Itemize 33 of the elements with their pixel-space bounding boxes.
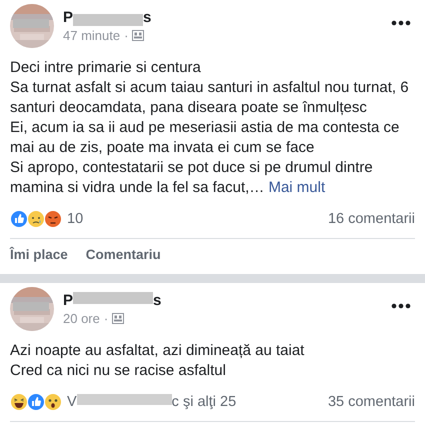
action-button[interactable]: Comentariu [86,247,161,262]
reaction-names[interactable]: V [67,394,77,410]
redaction-bar [73,14,144,26]
post-time[interactable]: 47 minute [63,28,120,43]
sad-face-icon [27,210,45,228]
angry-face-icon [44,210,62,228]
author-name[interactable]: s [143,9,152,26]
action-button[interactable]: Îmi place [10,247,68,262]
more-options-icon[interactable] [391,303,411,309]
comment-count[interactable]: 16 comentarii [328,211,415,227]
post-text: Si apropo, contestatarii se pot duce si pe drumul dintre mamina si vidra unde la fel sa facut,… Mai mult [10,158,374,198]
separator-dot: · [104,311,108,326]
author-name[interactable]: s [153,292,162,309]
author-name[interactable]: P [63,292,74,309]
laughing-face-icon [10,393,28,411]
post-text: Cred ca nici nu se racise asfaltul [10,361,227,381]
author-name[interactable]: P [63,9,74,26]
reaction-names[interactable]: c şi alţi 25 [172,394,236,410]
post-text: Deci intre primarie si centura [10,58,202,78]
more-options-icon[interactable] [391,20,411,26]
reaction-count[interactable]: 10 [67,211,84,227]
see-more-link[interactable]: Mai mult [268,179,326,196]
comment-count[interactable]: 35 comentarii [328,394,415,410]
post-time[interactable]: 20 ore [63,311,100,326]
separator-dot: · [124,28,128,43]
group-icon [112,313,124,324]
like-icon [27,393,45,411]
surprised-face-icon [44,393,62,411]
group-icon [132,30,144,41]
post-text: Sa turnat asfalt si acum taiau santuri in asfaltul nou turnat, 6 santuri deocamdata, pana diseara poate se înmulțesc [10,78,410,118]
post-text: Ei, acum ia sa ii aud pe meseriasii astia de ma contesta ce mai au de zis, poate ma invata ei cum se face [10,118,400,158]
post-text: Azi noapte au asfaltat, azi dimineață au taiat [10,341,306,361]
like-icon [10,210,28,228]
